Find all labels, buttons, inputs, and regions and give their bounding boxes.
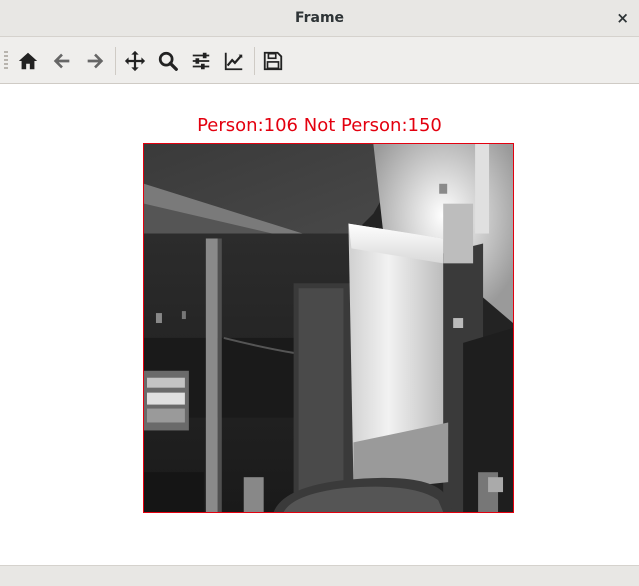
close-icon[interactable]: × xyxy=(616,0,629,37)
home-icon xyxy=(18,52,38,70)
save-button[interactable] xyxy=(258,46,288,76)
back-button[interactable] xyxy=(47,46,77,76)
toolbar-separator xyxy=(254,47,255,75)
pan-button[interactable] xyxy=(120,46,150,76)
edit-axes-button[interactable] xyxy=(219,46,249,76)
arrow-left-icon xyxy=(53,53,70,69)
camera-frame-image xyxy=(143,143,514,513)
toolbar-separator xyxy=(115,47,116,75)
configure-subplots-button[interactable] xyxy=(186,46,216,76)
grayscale-camera-image xyxy=(144,144,513,512)
magnifier-icon xyxy=(158,51,178,71)
home-button[interactable] xyxy=(13,46,43,76)
zoom-button[interactable] xyxy=(153,46,183,76)
window-title: Frame xyxy=(294,10,345,26)
move-icon xyxy=(124,50,146,72)
plot-title: Person:106 Not Person:150 xyxy=(197,115,442,136)
toolbar xyxy=(0,37,639,84)
sliders-icon xyxy=(192,52,210,70)
forward-button[interactable] xyxy=(80,46,110,76)
arrow-right-icon xyxy=(87,53,104,69)
status-bar xyxy=(0,565,639,586)
floppy-disk-icon xyxy=(263,51,283,71)
line-chart-icon xyxy=(224,52,243,71)
toolbar-grip xyxy=(4,51,8,71)
window-titlebar: Frame × xyxy=(0,0,639,37)
